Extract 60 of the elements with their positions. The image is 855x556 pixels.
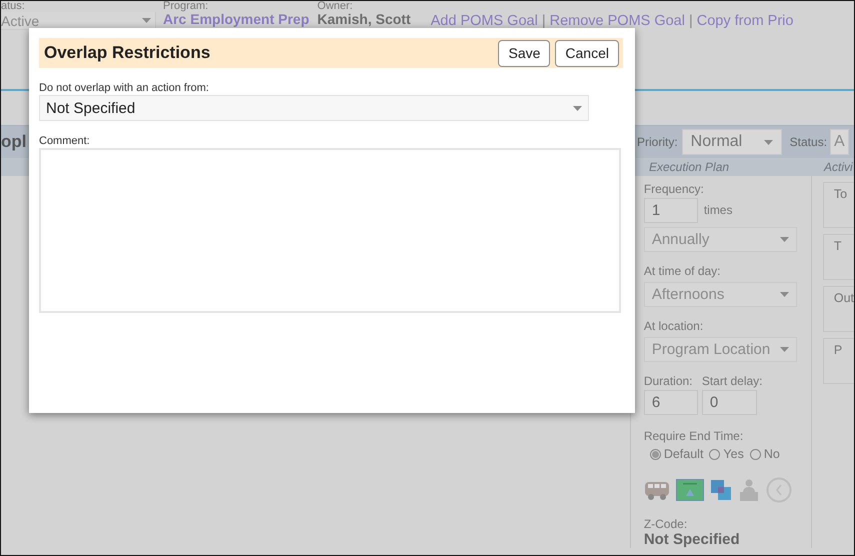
- overlap-dropdown[interactable]: Not Specified: [39, 95, 589, 121]
- radio-label: No: [764, 447, 780, 461]
- field-label: At location:: [644, 319, 704, 333]
- period-dropdown[interactable]: Annually: [644, 227, 797, 252]
- duration-field[interactable]: 6: [644, 390, 698, 415]
- unit-label: times: [704, 202, 732, 216]
- field-label: Frequency:: [644, 182, 705, 196]
- radio-label: Default: [664, 447, 704, 461]
- action-link[interactable]: Remove POMS Goal: [550, 13, 685, 29]
- field-label: Program:: [163, 1, 210, 12]
- picture-card-icon: [676, 479, 704, 501]
- dropdown-caret-icon: [780, 347, 789, 352]
- dropdown-caret-icon: [780, 237, 789, 242]
- radio-label: Yes: [723, 447, 744, 461]
- action-link[interactable]: Copy from Prio: [696, 13, 794, 29]
- activity-card: Out: [822, 286, 854, 332]
- section-title: opl: [1, 132, 28, 152]
- column-header: Activi: [824, 160, 853, 174]
- field-label: Duration:: [644, 374, 694, 388]
- radio-button[interactable]: [650, 448, 661, 460]
- location-dropdown[interactable]: Program Location: [644, 337, 797, 362]
- frequency-field[interactable]: 1: [644, 198, 698, 223]
- person-at-desk-icon: [738, 478, 760, 502]
- start-delay-field[interactable]: 0: [702, 390, 757, 415]
- dropdown-caret-icon: [142, 18, 151, 23]
- field-label: Owner:: [317, 1, 354, 12]
- owner-name: Kamish, Scott: [317, 12, 411, 26]
- status-dropdown[interactable]: Active: [1, 12, 156, 30]
- dropdown-caret-icon: [573, 106, 582, 110]
- activity-card: T: [822, 234, 854, 280]
- activity-card: To: [822, 182, 854, 228]
- radio-button[interactable]: [750, 448, 761, 460]
- column-header: Execution Plan: [649, 160, 730, 174]
- z-code-value: Not Specified: [644, 531, 741, 548]
- action-link[interactable]: Add POMS Goal: [430, 13, 538, 29]
- link-separator: |: [688, 13, 693, 29]
- field-label: atus:: [1, 1, 26, 12]
- radio-button[interactable]: [709, 448, 720, 460]
- activity-card: P: [822, 338, 854, 384]
- priority-dropdown[interactable]: Normal: [682, 129, 782, 155]
- comment-field[interactable]: [39, 148, 621, 313]
- dialog-button[interactable]: Cancel: [555, 40, 619, 66]
- link-separator: |: [542, 13, 546, 29]
- dialog-button[interactable]: Save: [498, 40, 550, 66]
- field-label: Z-Code:: [644, 517, 688, 531]
- dropdown-caret-icon: [764, 140, 773, 144]
- field-label: Priority:: [637, 135, 678, 149]
- dialog-title: Overlap Restrictions: [44, 43, 210, 63]
- field-label: Do not overlap with an action from:: [39, 82, 210, 94]
- van-icon: [644, 479, 670, 501]
- overlap-squares-icon: [710, 479, 732, 501]
- field-label: Comment:: [39, 135, 91, 147]
- dropdown-caret-icon: [780, 292, 789, 297]
- status-dropdown[interactable]: A: [830, 129, 849, 155]
- time-of-day-dropdown[interactable]: Afternoons: [644, 282, 797, 307]
- field-label: Status:: [790, 135, 828, 149]
- field-label: Start delay:: [702, 374, 763, 388]
- field-label: Require End Time:: [644, 429, 744, 443]
- program-link[interactable]: Arc Employment Prep: [163, 12, 310, 26]
- field-label: At time of day:: [644, 264, 722, 278]
